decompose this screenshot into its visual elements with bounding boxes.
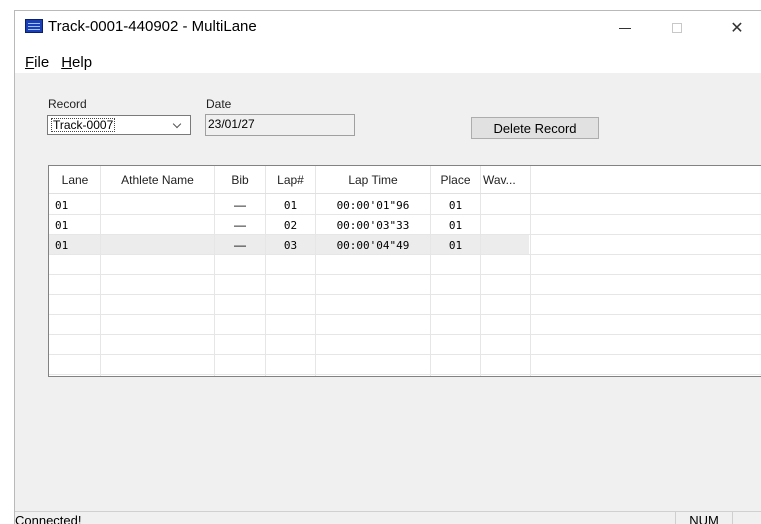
- num-lock-indicator: NUM: [675, 512, 733, 524]
- column-header-wave[interactable]: Wav...: [483, 173, 523, 187]
- table-cell-lane[interactable]: 01: [55, 239, 68, 252]
- column-header-bib[interactable]: Bib: [215, 173, 265, 187]
- app-window: Track-0001-440902 - MultiLane ✕ File Hel…: [14, 10, 761, 524]
- window-title: Track-0001-440902 - MultiLane: [48, 18, 257, 35]
- table-cell-place[interactable]: 01: [431, 219, 480, 232]
- table-cell-lap-time[interactable]: 00:00'04"49: [316, 239, 430, 252]
- record-select[interactable]: Track-0007: [47, 115, 191, 135]
- status-text: Connected!: [15, 513, 82, 524]
- column-header-place[interactable]: Place: [431, 173, 480, 187]
- table-cell-lap[interactable]: 02: [266, 219, 315, 232]
- table-cell-lane[interactable]: 01: [55, 199, 68, 212]
- table-cell-lap-time[interactable]: 00:00'03"33: [316, 219, 430, 232]
- column-header-lane[interactable]: Lane: [53, 173, 97, 187]
- chevron-down-icon: [172, 119, 182, 128]
- record-select-value: Track-0007: [51, 118, 116, 132]
- table-cell-lap-time[interactable]: 00:00'01"96: [316, 199, 430, 212]
- close-icon: ✕: [730, 20, 744, 37]
- column-header-lap-time[interactable]: Lap Time: [316, 173, 430, 187]
- column-header-lap[interactable]: Lap#: [266, 173, 315, 187]
- record-label: Record: [48, 97, 87, 111]
- column-header-athlete-name[interactable]: Athlete Name: [101, 173, 214, 187]
- table-cell-lap[interactable]: 03: [266, 239, 315, 252]
- minimize-icon: [619, 27, 631, 29]
- title-bar[interactable]: Track-0001-440902 - MultiLane ✕: [15, 11, 761, 51]
- menu-bar: File Help: [15, 51, 761, 73]
- maximize-button[interactable]: [663, 17, 691, 39]
- delete-record-button[interactable]: Delete Record: [471, 117, 599, 139]
- table-cell-bib[interactable]: —: [215, 238, 265, 252]
- table-cell-lane[interactable]: 01: [55, 219, 68, 232]
- multilane-app-icon[interactable]: [25, 19, 43, 33]
- record-dropdown-button[interactable]: [166, 117, 188, 133]
- status-bar: Connected! NUM: [15, 511, 761, 524]
- table-cell-bib[interactable]: —: [215, 218, 265, 232]
- table-cell-place[interactable]: 01: [431, 239, 480, 252]
- date-field: 23/01/27: [205, 114, 355, 136]
- close-button[interactable]: ✕: [723, 17, 751, 39]
- table-cell-place[interactable]: 01: [431, 199, 480, 212]
- table-cell-lap[interactable]: 01: [266, 199, 315, 212]
- date-label: Date: [206, 97, 232, 111]
- minimize-button[interactable]: [611, 17, 639, 39]
- menu-file[interactable]: File: [15, 54, 53, 71]
- table-cell-bib[interactable]: —: [215, 198, 265, 212]
- menu-help[interactable]: Help: [53, 54, 96, 71]
- laps-table[interactable]: Lane Athlete Name Bib Lap# Lap Time Plac…: [48, 165, 761, 377]
- maximize-icon: [672, 23, 682, 33]
